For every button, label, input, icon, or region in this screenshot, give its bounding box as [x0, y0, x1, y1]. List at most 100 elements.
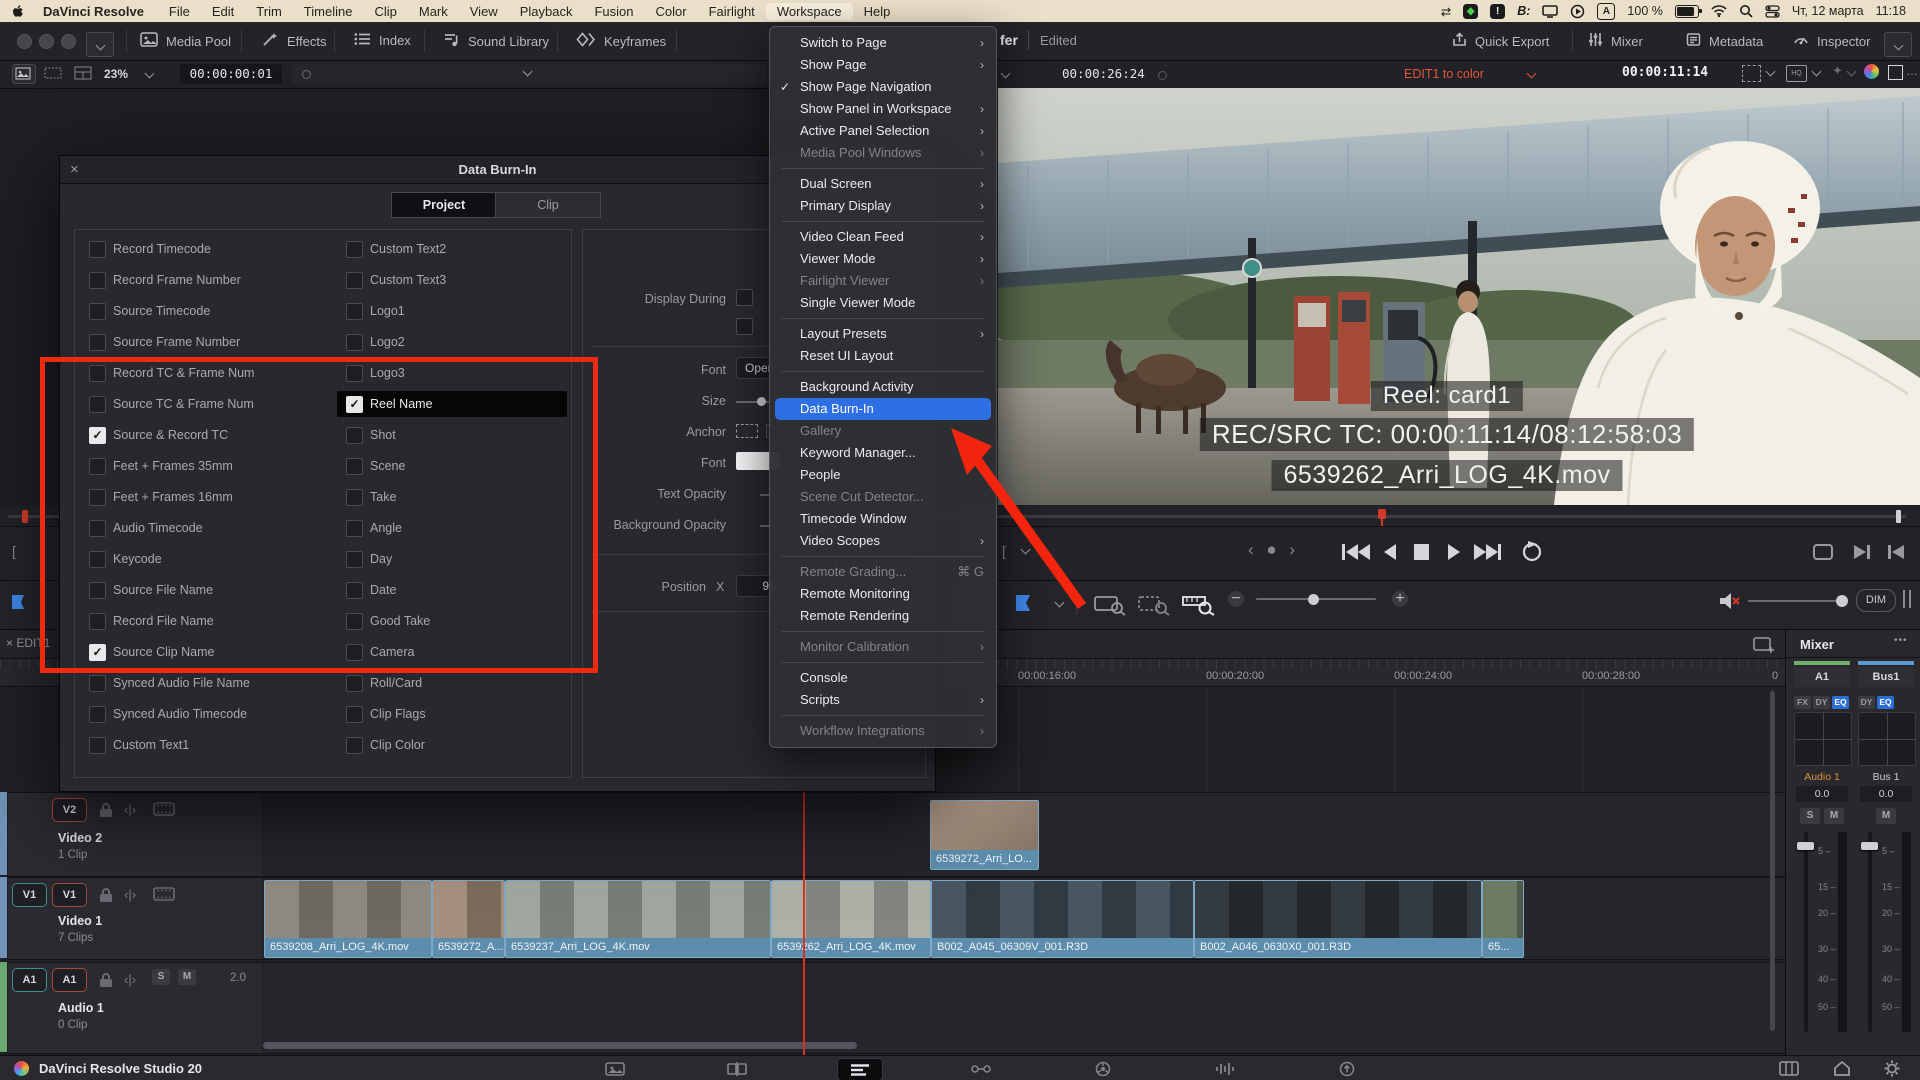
clip-selector-dropdown[interactable] [292, 64, 766, 84]
zoom-in-button[interactable]: + [1392, 591, 1408, 607]
fader-handle-bus1[interactable] [1861, 842, 1878, 850]
full-extent-zoom-icon[interactable] [1092, 592, 1128, 616]
channel-level-value[interactable]: 0.0 [1860, 786, 1912, 802]
zoom-slider-handle[interactable] [1308, 594, 1319, 605]
flag-icon[interactable] [12, 595, 24, 609]
timeline-clip[interactable]: 6539208_Arri_LOG_4K.mov [264, 880, 432, 958]
checkbox-record-frame-number[interactable] [89, 272, 106, 289]
menu-item-show-panel-in-workspace[interactable]: Show Panel in Workspace› [770, 98, 996, 120]
checkbox-custom-text3[interactable] [346, 272, 363, 289]
dim-button[interactable]: DIM [1856, 589, 1896, 612]
checkbox-clip-color[interactable] [346, 737, 363, 754]
menu-item-reset-ui-layout[interactable]: Reset UI Layout [770, 345, 996, 367]
toolbar-button-metadata[interactable]: Metadata [1686, 32, 1763, 50]
apple-icon[interactable] [12, 4, 25, 19]
menu-item-remote-grading-[interactable]: Remote Grading...⌘ G [770, 561, 996, 583]
menu-item-layout-presets[interactable]: Layout Presets› [770, 323, 996, 345]
wifi-icon[interactable] [1711, 4, 1727, 19]
wand-icon[interactable]: ✦ [1832, 63, 1843, 79]
channel-level-value[interactable]: 0.0 [1796, 786, 1848, 802]
safe-area-icon[interactable] [1888, 65, 1903, 80]
toolbar-button-keyframes[interactable]: Keyframes [576, 32, 666, 50]
toolbar-button-inspector[interactable]: Inspector [1793, 32, 1870, 50]
display-during-checkbox-2[interactable] [736, 318, 753, 335]
channel-header-bus1[interactable]: Bus1 [1858, 667, 1914, 687]
pan-pad-bus1[interactable] [1858, 712, 1916, 766]
control-center-icon[interactable] [1765, 4, 1780, 19]
menubar-item-fairlight[interactable]: Fairlight [698, 3, 766, 20]
layout-preset-toggle[interactable] [1884, 32, 1912, 57]
menu-item-scene-cut-detector-[interactable]: Scene Cut Detector... [770, 486, 996, 508]
anchor-position-icon[interactable] [736, 424, 758, 438]
jog-control[interactable]: ‹ ● › [1248, 540, 1299, 560]
page-button-fairlight[interactable] [1203, 1058, 1247, 1079]
dialog-tab-project[interactable]: Project [391, 192, 497, 218]
menu-item-workflow-integrations[interactable]: Workflow Integrations› [770, 720, 996, 742]
app-diamond-icon[interactable]: ◆ [1463, 4, 1478, 19]
menubar-item-playback[interactable]: Playback [509, 3, 584, 20]
page-button-deliver[interactable] [1325, 1058, 1369, 1079]
search-icon[interactable] [1739, 4, 1753, 19]
channel-header-a1[interactable]: A1 [1794, 667, 1850, 687]
menubar-item-view[interactable]: View [459, 3, 509, 20]
page-button-cut[interactable] [715, 1058, 759, 1079]
home-icon[interactable] [1832, 1059, 1852, 1077]
menu-item-dual-screen[interactable]: Dual Screen› [770, 173, 996, 195]
menu-item-remote-monitoring[interactable]: Remote Monitoring [770, 583, 996, 605]
in-point-icon[interactable]: [ [12, 543, 16, 559]
size-slider-handle[interactable] [757, 397, 766, 406]
timeline-clip[interactable]: 65... [1482, 880, 1524, 958]
window-minimize-button[interactable] [39, 34, 54, 49]
volume-slider-handle[interactable] [1836, 595, 1848, 607]
menu-item-people[interactable]: People [770, 464, 996, 486]
menubar-item-timeline[interactable]: Timeline [293, 3, 364, 20]
menu-item-active-panel-selection[interactable]: Active Panel Selection› [770, 120, 996, 142]
dialog-close-icon[interactable]: × [70, 161, 79, 178]
timeline-clip[interactable]: 6539272_A... [432, 880, 505, 958]
vertical-scrollbar[interactable] [1770, 691, 1775, 1031]
viewer-options-icon[interactable]: … [1906, 64, 1919, 78]
go-to-end-button[interactable] [1474, 544, 1501, 560]
badge-eq[interactable]: EQ [1832, 696, 1849, 709]
play-circle-icon[interactable] [1570, 4, 1585, 19]
menu-item-remote-rendering[interactable]: Remote Rendering [770, 605, 996, 627]
menu-item-background-activity[interactable]: Background Activity [770, 376, 996, 398]
toolbar-button-index[interactable]: Index [354, 32, 411, 49]
solo-button-a1[interactable]: S [1800, 808, 1820, 824]
menu-item-keyword-manager-[interactable]: Keyword Manager... [770, 442, 996, 464]
menu-item-video-scopes[interactable]: Video Scopes› [770, 530, 996, 552]
checkbox-roll-card[interactable] [346, 675, 363, 692]
menubar-item-file[interactable]: File [158, 3, 201, 20]
monitor-volume-slider[interactable] [1748, 600, 1844, 602]
checkbox-logo1[interactable] [346, 303, 363, 320]
page-button-color[interactable] [1081, 1058, 1125, 1079]
menubar-item-workspace[interactable]: Workspace [766, 3, 853, 20]
custom-zoom-icon[interactable] [1180, 592, 1216, 616]
auto-select-icon[interactable]: ‹|› [124, 887, 136, 902]
toolbar-button-effects[interactable]: Effects [262, 32, 327, 50]
page-button-fusion[interactable] [959, 1058, 1003, 1079]
auto-select-icon[interactable]: ‹|› [124, 802, 136, 817]
loop-button[interactable] [1524, 541, 1540, 560]
lock-icon[interactable] [96, 886, 116, 903]
settings-gear-icon[interactable] [1882, 1059, 1902, 1078]
lock-icon[interactable] [96, 801, 116, 818]
menu-item-console[interactable]: Console [770, 667, 996, 689]
bypass-chevron-icon[interactable] [1766, 67, 1776, 77]
badge-dy[interactable]: DY [1813, 696, 1830, 709]
menubar-item-mark[interactable]: Mark [408, 3, 459, 20]
checkbox-custom-text1[interactable] [89, 737, 106, 754]
lock-icon[interactable] [96, 971, 116, 988]
solo-button[interactable]: S [152, 969, 170, 985]
track-badge[interactable]: V1 [12, 883, 47, 907]
track-header-video-2[interactable]: V2‹|›Video 21 Clip [8, 792, 262, 877]
menu-item-monitor-calibration[interactable]: Monitor Calibration› [770, 636, 996, 658]
timeline-clip[interactable]: 6539262_Arri_LOG_4K.mov [771, 880, 931, 958]
timeline-viewer[interactable]: Reel: card1 REC/SRC TC: 00:00:11:14/08:1… [998, 88, 1920, 505]
menu-item-video-clean-feed[interactable]: Video Clean Feed› [770, 226, 996, 248]
page-button-edit[interactable] [837, 1058, 883, 1080]
add-panel-icon[interactable] [1752, 635, 1776, 653]
menubar-item-clip[interactable]: Clip [363, 3, 407, 20]
display-icon[interactable] [1542, 4, 1558, 19]
track-header-audio-1[interactable]: A1A1‹|›SM2.0Audio 10 Clip [8, 962, 262, 1054]
